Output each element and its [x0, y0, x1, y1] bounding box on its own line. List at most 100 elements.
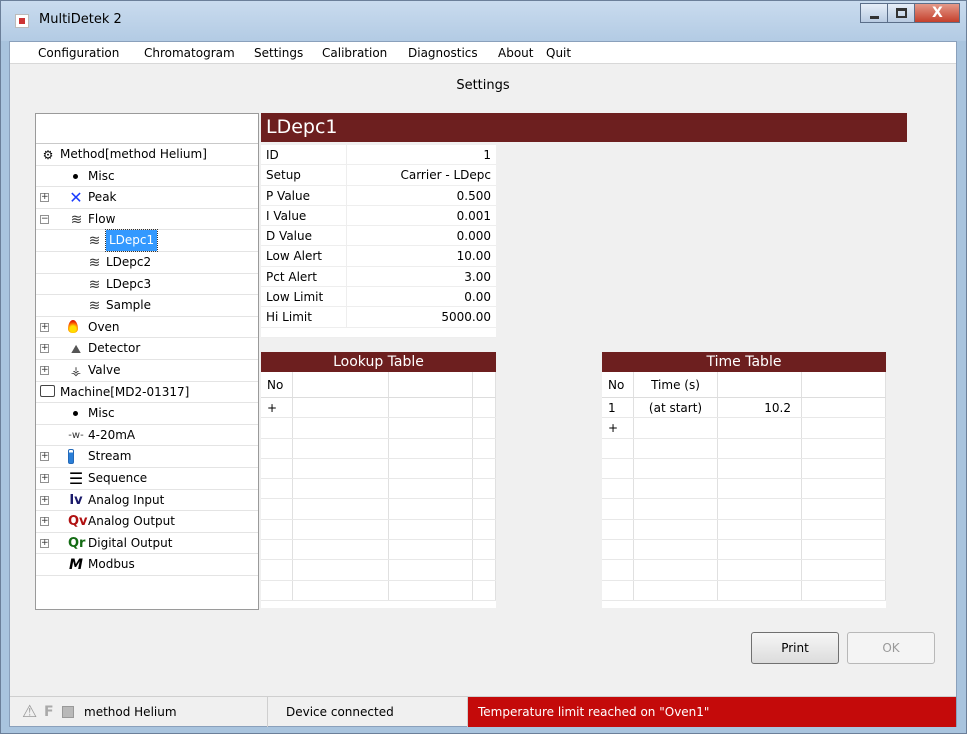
menu-configuration[interactable]: Configuration [38, 46, 119, 60]
table-row[interactable] [261, 418, 496, 439]
table-row[interactable] [602, 458, 886, 480]
tree-item[interactable]: + Iv Analog Input [36, 490, 258, 512]
expand-icon[interactable]: + [40, 473, 49, 483]
time-add-row[interactable]: + [602, 418, 886, 439]
table-row[interactable] [602, 519, 886, 541]
property-value[interactable]: Carrier - LDepc [347, 165, 496, 184]
tree-item[interactable]: Machine[MD2-01317] [36, 382, 258, 404]
table-row[interactable] [261, 458, 496, 480]
table-row[interactable] [261, 499, 496, 520]
lookup-add-button[interactable]: + [261, 398, 293, 418]
property-value[interactable]: 0.001 [347, 206, 496, 225]
tree-item-label: Sample [106, 298, 151, 313]
menu-chromatogram[interactable]: Chromatogram [144, 46, 235, 60]
stream-icon [68, 449, 74, 465]
expand-icon[interactable]: + [40, 365, 49, 375]
ok-button[interactable]: OK [847, 632, 935, 664]
table-row[interactable] [261, 580, 496, 601]
lookup-header-no[interactable]: No [261, 372, 293, 397]
property-row[interactable]: I Value 0.001 [261, 205, 496, 227]
tree-item[interactable]: ⚙ Method[method Helium] [36, 144, 258, 166]
tree-item-label: 4-20mA [88, 427, 136, 442]
property-row[interactable]: Hi Limit 5000.00 [261, 307, 496, 328]
expand-icon[interactable]: + [40, 193, 49, 203]
property-value[interactable]: 3.00 [347, 267, 496, 286]
tree-item[interactable]: M Modbus [36, 554, 258, 576]
property-value[interactable]: 0.500 [347, 186, 496, 205]
expand-icon[interactable]: + [40, 344, 49, 354]
menu-bar: Configuration Chromatogram Settings Cali… [10, 42, 956, 64]
print-button[interactable]: Print [751, 632, 839, 664]
expand-icon[interactable]: + [40, 517, 49, 527]
tree-item[interactable]: + ☰ Sequence [36, 468, 258, 490]
property-row[interactable]: Pct Alert 3.00 [261, 266, 496, 288]
time-header-time[interactable]: Time (s) [634, 372, 718, 397]
table-row[interactable] [602, 580, 886, 601]
property-row[interactable]: Setup Carrier - LDepc [261, 165, 496, 186]
collapse-icon[interactable]: − [40, 214, 49, 224]
table-row[interactable] [261, 540, 496, 561]
time-add-button[interactable]: + [602, 418, 634, 438]
tree-item[interactable]: + ⚶ Valve [36, 360, 258, 382]
expand-icon[interactable]: + [40, 452, 49, 462]
expand-icon[interactable]: + [40, 538, 49, 548]
tree-item[interactable]: ≋ LDepc3 [36, 274, 258, 296]
time-header-col3[interactable] [718, 372, 802, 397]
property-row[interactable]: Low Alert 10.00 [261, 246, 496, 267]
table-row[interactable] [602, 479, 886, 500]
tree-item[interactable]: + Qr Digital Output [36, 533, 258, 555]
expand-icon[interactable]: + [40, 322, 49, 332]
tree-item[interactable]: -w- 4-20mA [36, 425, 258, 447]
minimize-button[interactable] [860, 3, 888, 23]
table-row[interactable] [261, 519, 496, 541]
maximize-button[interactable] [887, 3, 915, 23]
table-row[interactable] [602, 438, 886, 459]
close-button[interactable]: X [914, 3, 960, 23]
title-bar[interactable]: MultiDetek 2 X [1, 1, 966, 41]
property-row[interactable]: D Value 0.000 [261, 226, 496, 247]
tree-item[interactable]: + Qv Analog Output [36, 511, 258, 533]
properties-table: ID 1 Setup Carrier - LDepc P Value 0.500 I Val… [261, 145, 496, 338]
tree-item[interactable]: − ≋ Flow [36, 209, 258, 231]
settings-tree[interactable]: ⚙ Method[method Helium] Misc + ✕ Peak − ≋ Flow ≋ L… [35, 113, 259, 610]
menu-calibration[interactable]: Calibration [322, 46, 387, 60]
table-row[interactable] [602, 499, 886, 520]
menu-quit[interactable]: Quit [546, 46, 571, 60]
app-window: MultiDetek 2 X Configuration Chromatogra… [0, 0, 967, 734]
tree-item[interactable]: ≋ Sample [36, 295, 258, 317]
table-row[interactable] [602, 540, 886, 561]
menu-diagnostics[interactable]: Diagnostics [408, 46, 478, 60]
tree-item[interactable]: + Oven [36, 317, 258, 339]
lookup-add-row[interactable]: + [261, 398, 496, 419]
table-row[interactable] [261, 438, 496, 459]
table-row[interactable] [261, 479, 496, 500]
menu-settings[interactable]: Settings [254, 46, 303, 60]
tree-item[interactable]: Misc [36, 166, 258, 188]
expand-icon[interactable]: + [40, 495, 49, 505]
tree-item[interactable]: ≋ LDepc1 [36, 229, 258, 253]
property-value[interactable]: 10.00 [347, 246, 496, 265]
lookup-header-col2[interactable] [293, 372, 389, 397]
property-key: Low Alert [261, 246, 347, 266]
time-empty-rows [602, 438, 886, 601]
time-header-col4[interactable] [802, 372, 886, 397]
property-row[interactable]: P Value 0.500 [261, 185, 496, 206]
table-row[interactable] [602, 560, 886, 581]
tree-item[interactable]: + ✕ Peak [36, 187, 258, 209]
table-row[interactable]: 1 (at start) 10.2 [602, 398, 886, 419]
lookup-header-col4[interactable] [473, 372, 496, 397]
tree-item[interactable]: ≋ LDepc2 [36, 252, 258, 274]
time-header-no[interactable]: No [602, 372, 634, 397]
lookup-header-col3[interactable] [389, 372, 473, 397]
table-row[interactable] [261, 560, 496, 581]
tree-item[interactable]: + Stream [36, 446, 258, 468]
property-value[interactable]: 0.000 [347, 226, 496, 245]
tree-item[interactable]: + ⛰ Detector [36, 338, 258, 360]
property-row[interactable]: Low Limit 0.00 [261, 287, 496, 308]
property-row[interactable]: ID 1 [261, 145, 496, 166]
menu-about[interactable]: About [498, 46, 533, 60]
property-value[interactable]: 1 [347, 145, 496, 164]
tree-item[interactable]: Misc [36, 403, 258, 425]
property-value[interactable]: 5000.00 [347, 307, 496, 326]
property-value[interactable]: 0.00 [347, 287, 496, 306]
